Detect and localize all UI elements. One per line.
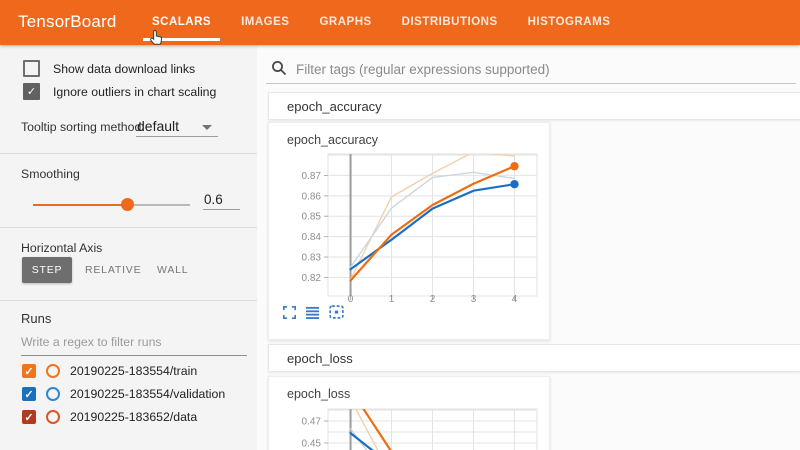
section-header-epoch-loss[interactable]: epoch_loss	[268, 344, 800, 372]
stacked-lines-icon[interactable]	[305, 306, 320, 319]
epoch-accuracy-card: epoch_accuracy 0.870.860.850.840.830.820…	[268, 122, 550, 340]
svg-text:0.86: 0.86	[302, 191, 322, 202]
axis-step-button[interactable]: STEP	[22, 257, 72, 283]
tag-filter-input[interactable]	[294, 57, 792, 81]
run-label: 20190225-183554/validation	[70, 387, 225, 401]
svg-text:0.83: 0.83	[302, 253, 322, 264]
chart-title: epoch_accuracy	[287, 133, 378, 147]
run-isolate-toggle-icon[interactable]	[46, 364, 60, 378]
app-logo[interactable]: TensorBoard	[18, 12, 117, 32]
fit-domain-icon[interactable]	[329, 305, 344, 319]
main-pane: epoch_accuracy epoch_accuracy 0.87 0.86 0.…	[257, 45, 800, 450]
run-label: 20190225-183652/data	[70, 410, 197, 424]
run-isolate-toggle-icon[interactable]	[46, 387, 60, 401]
tab-distributions[interactable]: DISTRIBUTIONS	[402, 0, 498, 45]
runs-label: Runs	[21, 311, 51, 326]
svg-text:0.82: 0.82	[302, 273, 322, 284]
svg-text:1: 1	[389, 294, 395, 305]
horizontal-axis-label: Horizontal Axis	[21, 241, 102, 255]
show-download-links-label: Show data download links	[53, 62, 195, 76]
smoothing-label: Smoothing	[21, 167, 80, 181]
runs-filter-input[interactable]	[21, 335, 247, 356]
cursor-pointer-icon	[148, 29, 165, 46]
card-toolbar	[283, 305, 344, 319]
smoothing-value-underline	[203, 209, 240, 210]
epoch-loss-card: epoch_loss 0.47 0.45	[268, 376, 550, 450]
svg-text:0.87: 0.87	[302, 171, 322, 182]
expand-icon[interactable]	[283, 306, 296, 319]
tensorboard-app: TensorBoard SCALARS IMAGES GRAPHS DISTRI…	[0, 0, 800, 450]
smoothing-value[interactable]: 0.6	[204, 192, 223, 207]
run-checkbox[interactable]: ✓	[22, 387, 36, 401]
tooltip-sorting-label: Tooltip sorting method:	[21, 120, 145, 134]
show-download-links-checkbox[interactable]	[23, 60, 40, 77]
svg-text:0.84: 0.84	[302, 232, 322, 243]
section-header-epoch-accuracy[interactable]: epoch_accuracy	[268, 92, 800, 120]
section-title: epoch_loss	[287, 351, 353, 366]
search-icon	[271, 60, 287, 76]
slider-thumb[interactable]	[121, 198, 134, 211]
tag-filter-bar	[266, 57, 796, 84]
smoothing-slider[interactable]	[33, 198, 190, 211]
divider	[0, 227, 257, 228]
svg-text:4: 4	[512, 294, 518, 305]
svg-text:3: 3	[471, 294, 477, 305]
run-isolate-toggle-icon[interactable]	[46, 410, 60, 424]
svg-text:2: 2	[430, 294, 436, 305]
tooltip-sorting-underline	[136, 136, 218, 137]
chevron-down-icon[interactable]	[202, 125, 212, 130]
slider-fill	[33, 204, 127, 206]
show-download-links-row: Show data download links	[23, 60, 195, 77]
chart-title: epoch_loss	[287, 387, 350, 401]
tooltip-sorting-select[interactable]: default	[137, 118, 179, 134]
svg-text:0.85: 0.85	[302, 212, 322, 223]
app-header: TensorBoard SCALARS IMAGES GRAPHS DISTRI…	[0, 0, 800, 45]
tab-histograms[interactable]: HISTOGRAMS	[528, 0, 611, 45]
sidebar: Show data download links ✓ Ignore outlie…	[0, 45, 258, 450]
svg-text:0.45: 0.45	[302, 438, 322, 449]
run-checkbox[interactable]: ✓	[22, 410, 36, 424]
run-label: 20190225-183554/train	[70, 364, 197, 378]
run-row: ✓ 20190225-183554/train	[22, 364, 197, 378]
epoch-loss-chart[interactable]: 0.47 0.45	[269, 403, 547, 450]
run-checkbox[interactable]: ✓	[22, 364, 36, 378]
ignore-outliers-row: ✓ Ignore outliers in chart scaling	[23, 83, 216, 100]
ignore-outliers-checkbox[interactable]: ✓	[23, 83, 40, 100]
tab-graphs[interactable]: GRAPHS	[319, 0, 371, 45]
divider	[0, 300, 257, 301]
run-row: ✓ 20190225-183554/validation	[22, 387, 225, 401]
run-row: ✓ 20190225-183652/data	[22, 410, 197, 424]
epoch-accuracy-chart[interactable]: 0.870.860.850.840.830.8201234	[269, 149, 547, 309]
tab-images[interactable]: IMAGES	[241, 0, 289, 45]
axis-relative-button[interactable]: RELATIVE	[85, 257, 141, 283]
section-title: epoch_accuracy	[287, 99, 382, 114]
axis-wall-button[interactable]: WALL	[157, 257, 188, 283]
svg-text:0.47: 0.47	[302, 416, 322, 427]
divider	[0, 153, 257, 154]
ignore-outliers-label: Ignore outliers in chart scaling	[53, 85, 216, 99]
top-nav: SCALARS IMAGES GRAPHS DISTRIBUTIONS HIST…	[152, 0, 610, 45]
